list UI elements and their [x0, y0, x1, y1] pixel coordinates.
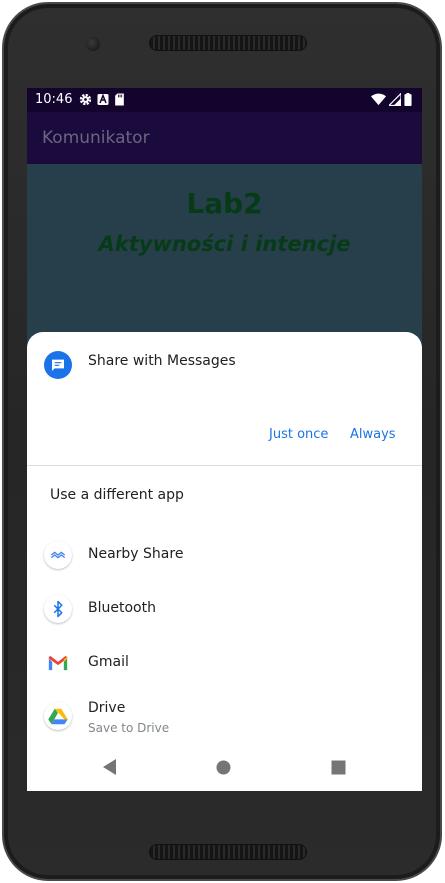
battery-icon: [404, 93, 412, 110]
gear-icon: [79, 93, 92, 110]
bluetooth-icon: [44, 595, 72, 623]
top-speaker-grille: [149, 35, 307, 51]
sd-card-icon: [114, 93, 125, 110]
lab-title: Lab2: [186, 187, 263, 220]
app-item-bluetooth[interactable]: Bluetooth: [27, 586, 422, 630]
wifi-icon: [371, 93, 386, 110]
use-different-app-label: Use a different app: [50, 487, 184, 503]
front-camera: [86, 37, 100, 51]
app-item-nearby-share[interactable]: Nearby Share: [27, 532, 422, 576]
app-subtitle: Save to Drive: [88, 721, 170, 735]
app-name: Bluetooth: [88, 600, 156, 616]
app-item-drive[interactable]: Drive Save to Drive: [27, 688, 422, 740]
recents-icon[interactable]: [331, 760, 346, 780]
share-with-messages-label: Share with Messages: [88, 353, 236, 369]
sheet-divider: [27, 465, 422, 466]
app-name: Nearby Share: [88, 546, 184, 562]
device-screen: 10:46 Komunikator Lab2 Aktywności i inte…: [27, 88, 422, 791]
font-a-icon: [97, 93, 109, 110]
share-bottom-sheet: Share with Messages Just once Always Use…: [27, 332, 422, 791]
messages-icon: [44, 351, 72, 379]
app-name: Gmail: [88, 654, 129, 670]
share-with-messages-row[interactable]: Share with Messages: [27, 332, 422, 392]
navigation-bar: [27, 744, 422, 791]
just-once-button[interactable]: Just once: [269, 427, 328, 442]
back-icon[interactable]: [102, 758, 118, 781]
drive-icon: [44, 702, 72, 730]
system-status-icons: [371, 92, 412, 110]
app-item-gmail[interactable]: Gmail: [27, 640, 422, 684]
nearby-share-icon: [44, 541, 72, 569]
always-button[interactable]: Always: [350, 427, 396, 442]
app-name: Drive: [88, 700, 126, 716]
signal-icon: [387, 92, 402, 110]
notification-icons: [79, 93, 125, 110]
bottom-speaker-grille: [149, 844, 307, 860]
app-bar: Komunikator: [27, 112, 422, 164]
lab-subtitle: Aktywności i intencje: [98, 232, 351, 256]
gmail-icon: [44, 649, 72, 677]
status-time: 10:46: [35, 92, 73, 107]
home-icon[interactable]: [216, 760, 231, 780]
status-bar: 10:46: [27, 88, 422, 112]
app-title: Komunikator: [42, 128, 150, 148]
